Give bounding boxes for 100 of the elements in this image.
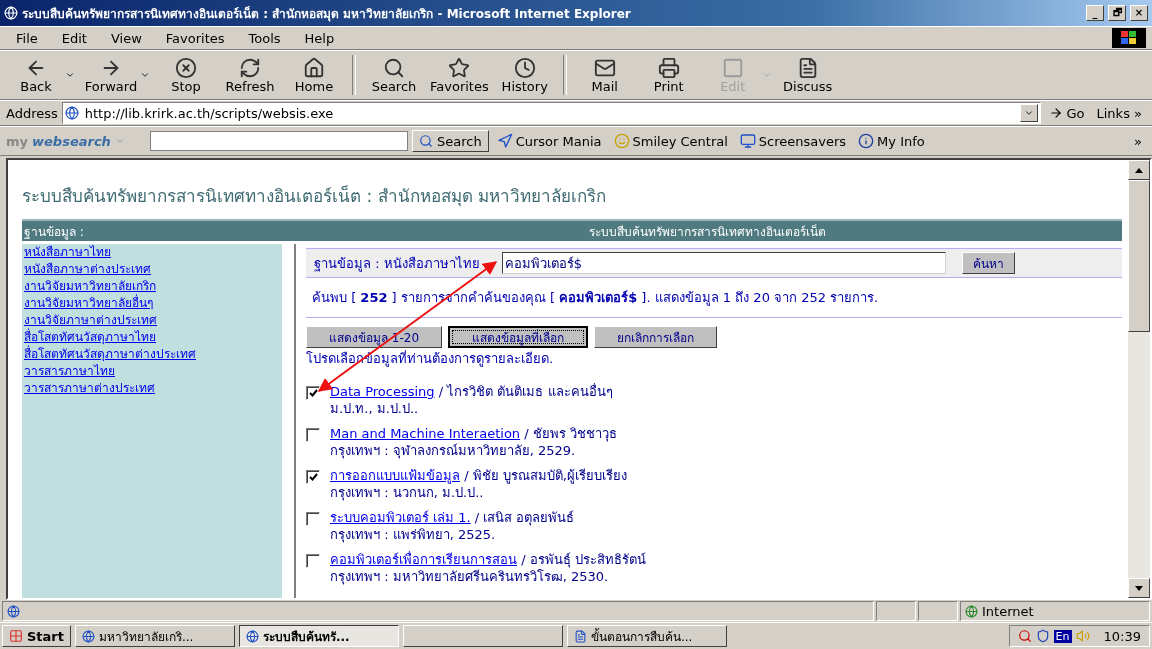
- caret-icon[interactable]: [140, 70, 150, 80]
- menu-item[interactable]: Help: [294, 28, 345, 48]
- menu-item[interactable]: Tools: [238, 28, 291, 48]
- status-pane: [918, 601, 958, 621]
- toolbar-link[interactable]: Screensavers: [735, 133, 851, 149]
- cursor-icon: [496, 133, 513, 149]
- database-link[interactable]: วารสารภาษาต่างประเทศ: [24, 380, 280, 397]
- toolbar-button[interactable]: Stop: [156, 56, 216, 94]
- toolbar-button[interactable]: Mail: [574, 56, 635, 94]
- search-button[interactable]: Search: [412, 130, 489, 152]
- shield-icon[interactable]: [1035, 629, 1050, 643]
- result-title-line: Man and Machine Interaetion / ชัยพร วิชชาวุธ: [330, 425, 617, 442]
- address-field[interactable]: http://lib.krirk.ac.th/scripts/websis.exe: [61, 102, 1042, 124]
- database-link[interactable]: หนังสือภาษาไทย: [24, 244, 280, 261]
- square-icon: [721, 56, 744, 79]
- result-imprint: กรุงเทพฯ : นวกนก, ม.ป.ป..: [330, 484, 485, 501]
- window-title: ระบบสืบค้นทรัพยากรสารนิเทศทางอินเตอร์เน็ต : สำนักหอสมุด มหาวิทยาลัยเกริก - Microsoft Internet Explorer: [22, 5, 632, 23]
- toolbar-link[interactable]: Cursor Mania: [492, 133, 606, 149]
- go-button[interactable]: Go: [1045, 105, 1089, 121]
- header-label: ฐานข้อมูล :: [23, 223, 85, 241]
- windows-logo-icon: [9, 629, 23, 643]
- result-imprint: ม.ป.ท., ม.ป.ป..: [330, 400, 420, 417]
- menu-item[interactable]: View: [100, 28, 152, 48]
- refresh-icon: [239, 56, 261, 79]
- result-link[interactable]: คอมพิวเตอร์เพื่อการเรียนการสอน: [330, 552, 517, 567]
- search-button[interactable]: ค้นหา: [961, 252, 1015, 274]
- database-link[interactable]: วารสารภาษาไทย: [24, 363, 280, 380]
- browser-icon: [82, 629, 95, 643]
- result-title-line: การออกแบบแฟ้มข้อมูล / พิชัย บูรณสมบัติ,ผู้เรียบเรียง: [330, 467, 627, 484]
- menu-item[interactable]: File: [6, 28, 48, 48]
- globe-icon: [965, 604, 978, 618]
- toolbar-button[interactable]: Search: [364, 56, 424, 94]
- database-label: ฐานข้อมูล : หนังสือภาษาไทย: [314, 254, 480, 274]
- toolbar-button[interactable]: Home: [284, 56, 344, 94]
- arrow-right-icon: [1049, 106, 1064, 120]
- zone-pane: Internet: [960, 601, 1150, 621]
- database-link[interactable]: งานวิจัยภาษาต่างประเทศ: [24, 312, 280, 329]
- toolbar-link[interactable]: Smiley Central: [609, 133, 732, 149]
- more-button[interactable]: »: [1130, 133, 1146, 149]
- chevron-down-icon: [1024, 108, 1035, 118]
- search-icon: [383, 56, 405, 79]
- taskbar-button[interactable]: ระบบสืบค้นทรั...: [239, 625, 399, 647]
- search-icon[interactable]: [1017, 629, 1032, 643]
- stop-icon: [175, 56, 197, 79]
- browser-icon: [4, 6, 18, 20]
- database-link[interactable]: สื่อโสตทัศนวัสดุภาษาต่างประเทศ: [24, 346, 280, 363]
- monitor-icon: [739, 133, 756, 149]
- result-imprint: กรุงเทพฯ : มหาวิทยาลัยศรีนครินทรวิโรฒ, 2530.: [330, 568, 610, 585]
- toolbar-link[interactable]: My Info: [854, 133, 929, 149]
- scroll-down-icon[interactable]: [1135, 585, 1143, 591]
- toolbar-button[interactable]: Discuss: [777, 56, 838, 94]
- toolbar-button[interactable]: History: [494, 56, 555, 94]
- info-icon: [858, 133, 875, 149]
- action-button[interactable]: แสดงข้อมูลที่เลือก: [448, 326, 589, 348]
- toolbar-button[interactable]: Forward: [81, 56, 152, 94]
- action-button[interactable]: ยกเลิกการเลือก: [594, 326, 718, 348]
- query-field[interactable]: คอมพิวเตอร์$: [501, 252, 946, 274]
- clock-icon: [513, 56, 536, 79]
- scroll-up-icon[interactable]: [1135, 167, 1143, 173]
- result-imprint: กรุงเทพฯ : แพร่พิทยา, 2525.: [330, 526, 497, 543]
- language-indicator[interactable]: En: [1053, 629, 1072, 643]
- result-link[interactable]: Data Processing: [330, 384, 435, 399]
- result-title-line: Data Processing / ไกรวิชิต ตันติเมธ และคนอื่นๆ: [330, 383, 613, 400]
- toolbar-button[interactable]: Refresh: [220, 56, 280, 94]
- page-heading: ระบบสืบค้นทรัพยากรสารนิเทศทางอินเตอร์เน็ต : สำนักหอสมุด มหาวิทยาลัยเกริก: [22, 184, 607, 209]
- taskbar-button[interactable]: [403, 625, 563, 647]
- result-imprint: กรุงเทพฯ : จุฬาลงกรณ์มหาวิทยาลัย, 2529.: [330, 442, 577, 459]
- result-link[interactable]: Man and Machine Interaetion: [330, 426, 521, 441]
- document-icon: [574, 629, 587, 643]
- search-icon: [419, 134, 433, 148]
- taskbar-button[interactable]: มหาวิทยาลัยเกริ...: [75, 625, 235, 647]
- dropdown-button[interactable]: [1020, 104, 1039, 122]
- toolbar-button[interactable]: Print: [638, 56, 699, 94]
- scrollbar[interactable]: [1128, 160, 1150, 598]
- search-field[interactable]: [150, 131, 408, 151]
- database-link[interactable]: งานวิจัยมหาวิทยาลัยเกริก: [24, 278, 280, 295]
- taskbar-button[interactable]: ขั้นตอนการสืบค้น...: [567, 625, 727, 647]
- action-button[interactable]: แสดงข้อมูล 1-20: [306, 326, 443, 348]
- header-title: ระบบสืบค้นทรัพยากรสารนิเทศทางอินเตอร์เน็ต: [587, 223, 827, 241]
- smiley-icon: [613, 133, 630, 149]
- menu-item[interactable]: Favorites: [155, 28, 235, 48]
- result-title-line: คอมพิวเตอร์เพื่อการเรียนการสอน / อรพันธุ์ ประสิทธิรัตน์: [330, 551, 646, 568]
- browser-icon: [246, 629, 259, 643]
- window-control-button[interactable]: 🗗: [1108, 5, 1126, 21]
- result-link[interactable]: ระบบคอมพิวเตอร์ เล่ม 1.: [330, 510, 471, 525]
- toolbar-button[interactable]: Back: [6, 56, 77, 94]
- links-button[interactable]: Links »: [1092, 105, 1146, 121]
- start-button[interactable]: Start: [2, 625, 71, 647]
- star-icon: [448, 56, 471, 79]
- result-link[interactable]: การออกแบบแฟ้มข้อมูล: [330, 468, 460, 483]
- result-title-line: ระบบคอมพิวเตอร์ เล่ม 1. / เสนิส อตุลยพันธ์: [330, 509, 575, 526]
- database-link[interactable]: งานวิจัยมหาวิทยาลัยอื่นๆ: [24, 295, 280, 312]
- checkbox[interactable]: [306, 386, 320, 400]
- database-link[interactable]: หนังสือภาษาต่างประเทศ: [24, 261, 280, 278]
- database-link[interactable]: สื่อโสตทัศนวัสดุภาษาไทย: [24, 329, 280, 346]
- toolbar-button[interactable]: Favorites: [428, 56, 491, 94]
- menu-item[interactable]: Edit: [51, 28, 97, 48]
- window-control-button[interactable]: _: [1086, 5, 1104, 21]
- window-control-button[interactable]: ×: [1130, 5, 1148, 21]
- caret-icon[interactable]: [65, 70, 75, 80]
